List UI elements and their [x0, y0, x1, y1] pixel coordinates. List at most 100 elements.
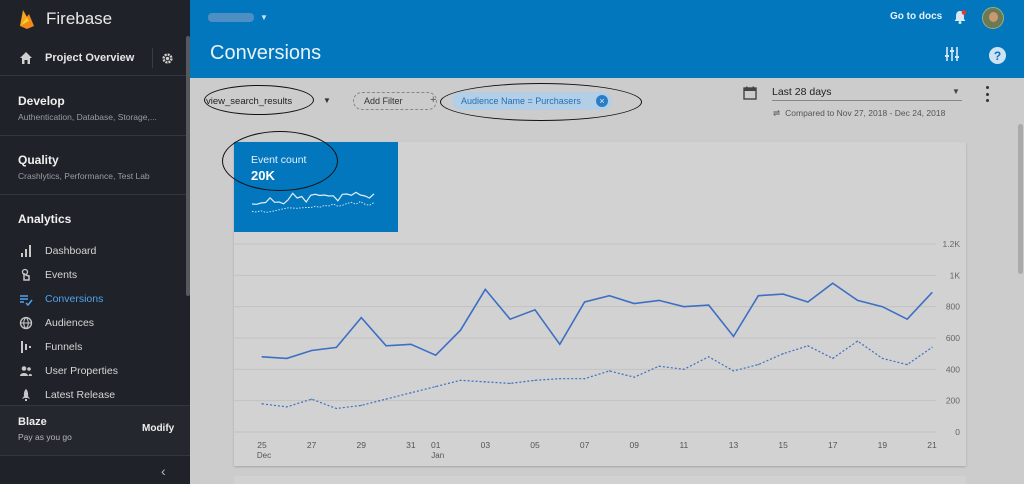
sidebar-item-label: Audiences — [45, 317, 95, 329]
data-point — [708, 356, 710, 358]
y-tick-label: 600 — [946, 333, 960, 343]
data-point — [484, 381, 486, 383]
y-tick-label: 400 — [946, 364, 960, 374]
data-point — [608, 370, 611, 372]
caret-down-icon: ▼ — [952, 87, 960, 96]
metric-title: Event count — [251, 154, 307, 166]
y-tick-label: 1K — [950, 270, 961, 280]
data-point — [335, 346, 338, 348]
project-selector[interactable]: ▼ — [208, 10, 270, 24]
event-selector-value: view_search_results — [206, 95, 293, 107]
modify-plan-button[interactable]: Modify — [142, 423, 174, 434]
sidebar-item-label: User Properties — [45, 365, 118, 377]
sidebar-item-label: Conversions — [45, 293, 104, 305]
x-tick-label: 25 — [257, 440, 267, 450]
tune-settings-icon[interactable] — [944, 46, 960, 62]
data-point — [856, 340, 859, 342]
data-point — [385, 398, 387, 400]
x-tick-label: 07 — [580, 440, 590, 450]
data-point — [906, 364, 908, 366]
data-point — [807, 301, 809, 303]
page-title: Conversions — [210, 42, 322, 64]
series-line-1 — [261, 340, 933, 410]
help-icon[interactable]: ? — [989, 47, 1006, 64]
project-overview-item[interactable]: Project Overview — [0, 40, 190, 76]
sparkline — [251, 191, 375, 213]
data-point — [410, 392, 412, 394]
conversions-line-chart: 0 200 400 600 800 1K 1.2K 25Dec 27 29 31 01Jan 03 05 0… — [234, 239, 961, 460]
sidebar-item-label: Events — [45, 269, 78, 281]
chevron-left-icon[interactable]: ‹ — [161, 463, 166, 479]
data-point — [757, 295, 759, 297]
home-icon — [20, 51, 32, 64]
filter-bar: view_search_results ▼ Add Filter + Audie… — [190, 78, 1024, 138]
conversions-icon — [20, 295, 33, 306]
nav-group-quality[interactable]: Quality Crashlytics, Performance, Test L… — [0, 137, 190, 195]
plus-icon: + — [430, 94, 437, 106]
remove-filter-icon[interactable]: × — [596, 95, 608, 107]
firebase-brand[interactable]: Firebase — [0, 0, 190, 38]
data-point — [459, 329, 462, 331]
settings-gear-icon[interactable] — [152, 48, 182, 68]
x-tick-label: 01 — [431, 440, 441, 450]
secondary-card — [234, 476, 966, 484]
globe-icon — [19, 316, 33, 330]
sidebar-item-events[interactable]: Events — [0, 264, 186, 286]
data-point — [633, 302, 635, 305]
data-point — [435, 385, 437, 388]
more-options-icon[interactable] — [984, 86, 990, 102]
sidebar-item-label: Funnels — [45, 341, 83, 353]
data-point — [509, 382, 511, 385]
compare-swap-icon: ⇌ — [773, 108, 781, 118]
data-point — [608, 295, 611, 297]
data-point — [534, 379, 536, 381]
data-point — [881, 357, 883, 359]
x-tick-label: 31 — [406, 440, 416, 450]
analytics-section-title: Analytics — [18, 212, 72, 226]
sidebar-item-audiences[interactable]: Audiences — [0, 312, 186, 334]
y-tick-label: 800 — [946, 302, 960, 312]
user-avatar[interactable] — [982, 7, 1004, 29]
data-point — [658, 299, 660, 301]
add-filter-button[interactable]: Add Filter + — [353, 92, 437, 110]
sidebar-item-user-properties[interactable]: User Properties — [0, 360, 186, 382]
notifications-bell-icon[interactable] — [952, 9, 968, 25]
calendar-icon — [743, 86, 757, 100]
data-point — [683, 368, 685, 370]
event-selector[interactable]: view_search_results ▼ — [206, 87, 331, 115]
data-point — [435, 354, 437, 356]
sidebar-item-latest-release[interactable]: Latest Release — [0, 384, 186, 406]
project-overview-label: Project Overview — [45, 51, 135, 64]
nav-group-subtitle: Authentication, Database, Storage,... — [18, 112, 157, 122]
event-count-tile[interactable]: Event count 20K — [234, 142, 398, 232]
data-point — [261, 403, 263, 405]
collapse-sidebar[interactable]: ‹ — [0, 455, 190, 484]
main-content: view_search_results ▼ Add Filter + Audie… — [190, 78, 1024, 484]
x-tick-label: 17 — [828, 440, 838, 450]
nav-group-develop[interactable]: Develop Authentication, Database, Storag… — [0, 78, 190, 136]
main-scrollbar[interactable] — [1018, 124, 1023, 274]
funnel-icon — [21, 341, 31, 353]
data-point — [360, 404, 362, 406]
go-to-docs-link[interactable]: Go to docs — [890, 11, 942, 22]
metric-value: 20K — [251, 168, 275, 183]
sparkline-series-1 — [251, 200, 375, 213]
avatar-face — [989, 12, 998, 22]
data-point — [261, 356, 263, 358]
people-icon — [20, 366, 32, 376]
sidebar-item-conversions[interactable]: Conversions — [0, 288, 186, 310]
filter-chip-label: Audience Name = Purchasers — [461, 96, 581, 106]
audience-filter-chip[interactable]: Audience Name = Purchasers × — [452, 92, 612, 110]
y-tick-label: 1.2K — [943, 239, 961, 249]
sidebar-item-funnels[interactable]: Funnels — [0, 336, 186, 358]
data-point — [732, 335, 735, 338]
data-point — [583, 301, 586, 303]
bar-chart-icon — [21, 245, 31, 257]
data-point — [459, 379, 462, 381]
x-tick-label: 27 — [307, 440, 317, 450]
sidebar-item-dashboard[interactable]: Dashboard — [0, 240, 186, 262]
data-point — [559, 378, 561, 380]
x-tick-label: 19 — [878, 440, 888, 450]
date-range-picker[interactable]: Last 28 days ▼ ⇌ Compared to Nov 27, 2018… — [743, 84, 963, 118]
nav-group-title: Quality — [18, 153, 59, 167]
